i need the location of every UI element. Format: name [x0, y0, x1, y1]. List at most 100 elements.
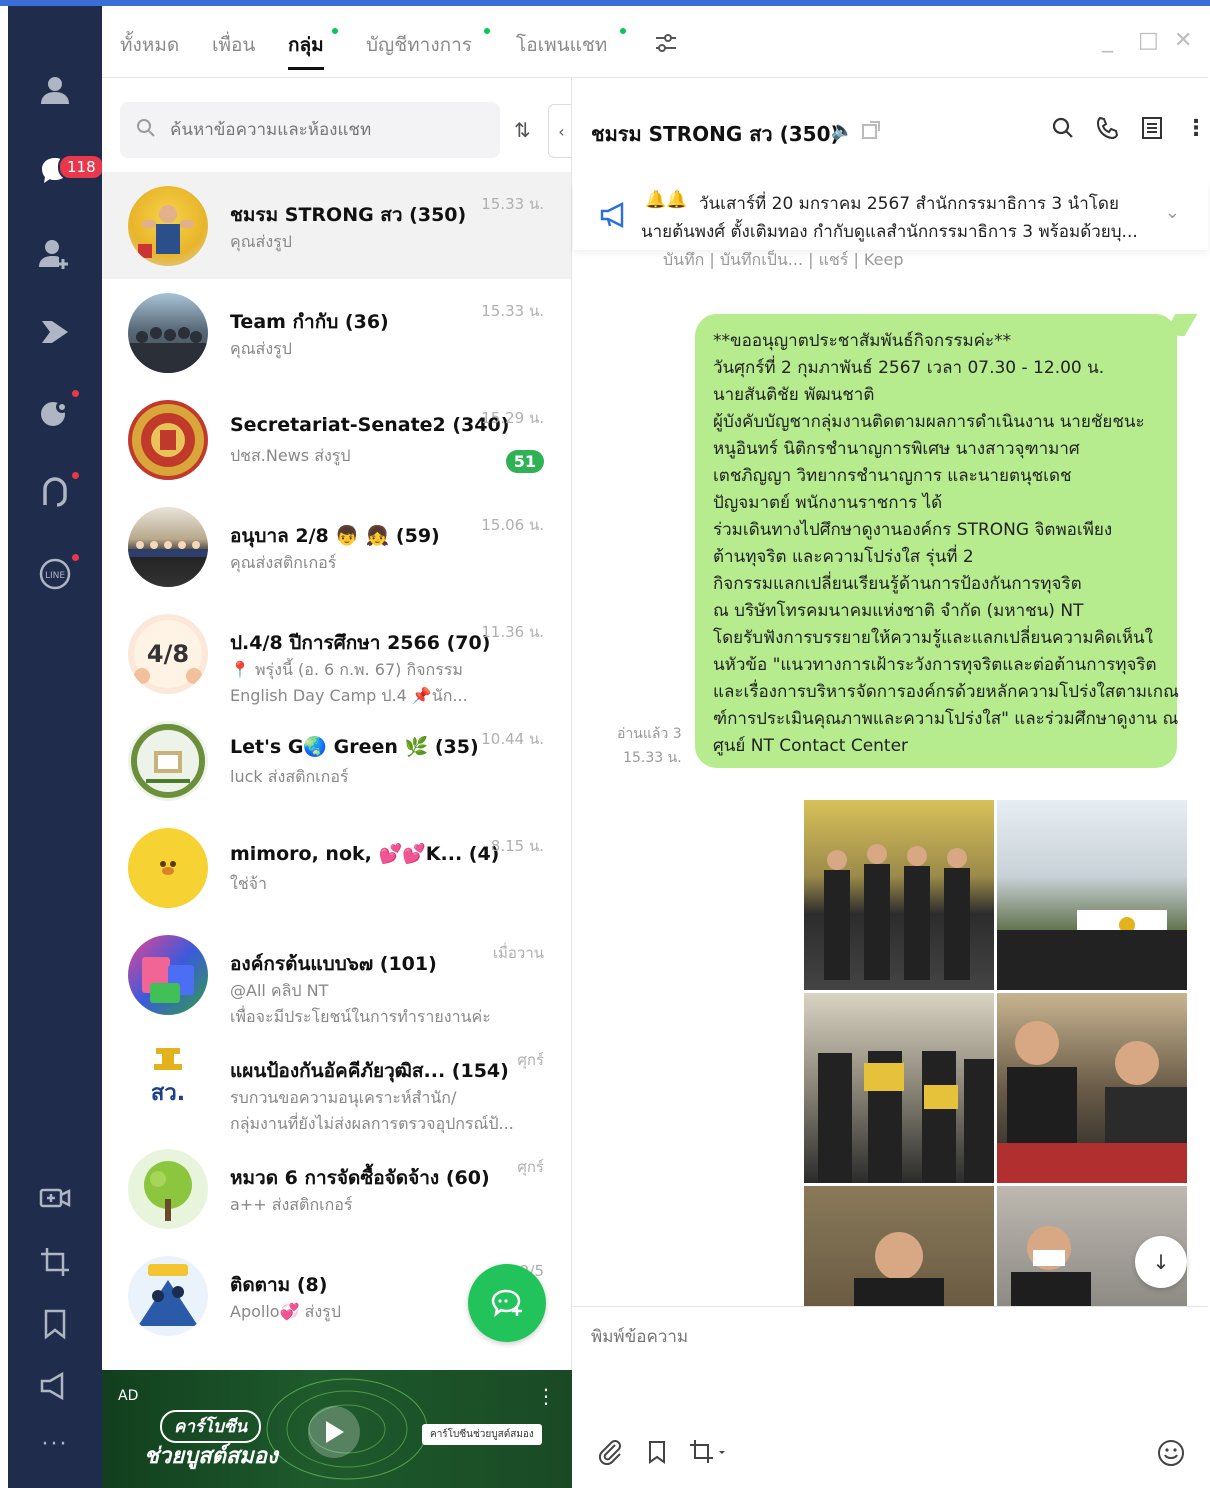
avatar	[128, 507, 208, 587]
message-line: **ขออนุญาตประชาสัมพันธ์กิจกรรมค่ะ**	[713, 331, 1012, 351]
avatar	[128, 828, 208, 908]
chat-row[interactable]: อนุบาล 2/8 👦 👧 (59) คุณส่งสติกเกอร์ 15.0…	[102, 493, 571, 600]
more-menu-icon[interactable]: ⋮	[1185, 116, 1207, 141]
tab-groups[interactable]: กลุ่ม	[288, 30, 324, 70]
collapse-list-button[interactable]: ‹	[548, 104, 571, 158]
chat-name: แผนป้องกันอัคคีภัยวุฒิส... (154)	[230, 1060, 509, 1082]
friends-nav[interactable]	[8, 68, 102, 112]
filter-settings-icon[interactable]	[654, 32, 678, 58]
chat-time: 15.06 น.	[481, 516, 544, 534]
keep-bookmark-icon[interactable]	[645, 1439, 669, 1469]
message-line: ฑ์การประเมินคุณภาพและความโปร่งใส" และร่ว…	[713, 709, 1179, 729]
ad-banner[interactable]: AD ⋮ คาร์โบซีน ช่วยบูสต์สมอง คาร์โบซีนช่…	[102, 1370, 572, 1488]
sort-icon[interactable]: ⇅	[514, 118, 531, 142]
chevron-left-icon: ‹	[558, 121, 565, 141]
top-tab-bar: ทั้งหมด เพื่อน กลุ่ม บัญชีทางการ โอเพนแช…	[102, 6, 1208, 78]
unread-count-badge: 51	[505, 450, 544, 473]
chat-time: 8.15 น.	[490, 837, 544, 855]
line-app-nav[interactable]	[8, 470, 102, 514]
arrow-down-icon: ↓	[1152, 1250, 1170, 1274]
add-friend-nav[interactable]	[8, 232, 102, 276]
chat-preview: a++ ส่งสติกเกอร์	[230, 1195, 353, 1214]
chat-name: Let's G🌏 Green 🌿 (35)	[230, 736, 479, 758]
chat-panel: ชมรม STRONG สว (350) 🔈 ⋮ 🔔🔔 วันเสาร์ที่ …	[573, 78, 1208, 1488]
chat-row[interactable]: mimoro, nok, 💕💕K... (4) ใช่จ้า 8.15 น.	[102, 814, 571, 921]
chat-preview: คุณส่งรูป	[230, 232, 292, 251]
close-button[interactable]: ✕	[1174, 28, 1192, 53]
announcement-bar[interactable]: 🔔🔔 วันเสาร์ที่ 20 มกราคม 2567 สำนักกรรมา…	[573, 182, 1208, 250]
chat-row[interactable]: สว. แผนป้องกันอัคคีภัยวุฒิส... (154) รบก…	[102, 1028, 571, 1135]
svg-text:4/8: 4/8	[147, 640, 189, 668]
line-window: 118 LINE ··· ทั้งหมด เพื่อน กลุ่ม บัญชีท…	[0, 0, 1210, 1488]
scroll-down-button[interactable]: ↓	[1135, 1236, 1187, 1288]
context-menu-peek: บันทึก | บันทึกเป็น... | แชร์ | Keep	[663, 250, 904, 269]
new-chat-button[interactable]	[468, 1264, 546, 1342]
external-window-icon[interactable]	[861, 120, 881, 144]
message-bubble[interactable]: **ขออนุญาตประชาสัมพันธ์กิจกรรมค่ะ** วันศ…	[695, 314, 1179, 768]
emoji-icon[interactable]	[1157, 1439, 1185, 1471]
message-line: กิจกรรมแลกเปลี่ยนเรียนรู้ด้านการป้องกันก…	[713, 574, 1082, 594]
tab-openchat[interactable]: โอเพนแชท	[516, 30, 607, 60]
svg-text:สว.: สว.	[151, 1081, 185, 1106]
video-call-nav[interactable]	[8, 1176, 102, 1220]
line-nav[interactable]: LINE	[8, 552, 102, 596]
chat-preview-line2: English Day Camp ป.4 📌นัก...	[230, 686, 468, 705]
attach-icon[interactable]	[597, 1439, 623, 1469]
ad-search-box: คาร์โบซีนช่วยบูสต์สมอง	[422, 1424, 542, 1445]
chat-time: เมื่อวาน	[492, 944, 544, 962]
photo-thumbnail[interactable]	[997, 800, 1187, 990]
chat-header: ชมรม STRONG สว (350) 🔈 ⋮	[573, 78, 1208, 182]
chat-row[interactable]: Let's G🌏 Green 🌿 (35) luck ส่งสติกเกอร์ …	[102, 707, 571, 814]
voom-nav[interactable]	[8, 310, 102, 354]
chat-name: Secretariat-Senate2 (340)	[230, 414, 510, 436]
chat-row[interactable]: องค์กรต้นแบบ๖๗ (101) @All คลิป NT เพื่อจ…	[102, 921, 571, 1028]
chat-name: ป.4/8 ปีการศึกษา 2566 (70)	[230, 632, 491, 654]
search-box[interactable]	[120, 102, 500, 158]
chat-row[interactable]: ชมรม STRONG สว (350) คุณส่งรูป 15.33 น.	[102, 172, 571, 279]
avatar: สว.	[128, 1042, 208, 1122]
chat-row[interactable]: หมวด 6 การจัดซื้อจัดจ้าง (60) a++ ส่งสติ…	[102, 1135, 571, 1242]
new-dot	[72, 472, 79, 479]
tab-friends[interactable]: เพื่อน	[212, 30, 255, 60]
photo-thumbnail[interactable]	[997, 993, 1187, 1183]
call-icon[interactable]	[1095, 116, 1119, 144]
play-icon	[326, 1421, 344, 1443]
maximize-button[interactable]: □	[1138, 28, 1159, 53]
minimize-button[interactable]: _	[1102, 28, 1113, 53]
chat-name: mimoro, nok, 💕💕K... (4)	[230, 843, 500, 865]
chat-row[interactable]: Secretariat-Senate2 (340) ปชส.News ส่งรู…	[102, 386, 571, 493]
play-button[interactable]	[308, 1406, 360, 1458]
message-line: ร่วมเดินทางไปศึกษาดูงานองค์กร STRONG จิต…	[713, 520, 1113, 540]
screenshot-nav[interactable]	[8, 1240, 102, 1284]
left-rail: 118 LINE ···	[8, 6, 105, 1488]
chat-row[interactable]: 4/8 ป.4/8 ปีการศึกษา 2566 (70) 📍 พรุ่งนี…	[102, 600, 571, 707]
photo-thumbnail[interactable]	[804, 993, 994, 1183]
chevron-down-icon[interactable]: ⌄	[1165, 202, 1180, 223]
openchat-nav[interactable]	[8, 390, 102, 434]
chat-time: 15.29 น.	[481, 409, 544, 427]
chat-time: 15.33 น.	[481, 302, 544, 320]
keep-nav[interactable]	[8, 1302, 102, 1346]
screenshot-crop-icon[interactable]	[689, 1439, 729, 1469]
tab-official-accounts[interactable]: บัญชีทางการ	[366, 30, 472, 60]
message-line: เตชภิญญา วิทยากรชำนาญการ และนายตนุชเดช	[713, 466, 1072, 486]
tab-all[interactable]: ทั้งหมด	[120, 30, 179, 60]
more-nav[interactable]: ···	[8, 1422, 102, 1466]
message-input[interactable]	[591, 1323, 1181, 1383]
chat-time: ศุกร์	[517, 1158, 544, 1176]
chat-row[interactable]: Team กำกับ (36) คุณส่งรูป 15.33 น.	[102, 279, 571, 386]
compose-area	[573, 1306, 1208, 1488]
message-line: ศูนย์ NT Contact Center	[713, 736, 909, 756]
ad-more-icon[interactable]: ⋮	[536, 1384, 556, 1408]
search-icon[interactable]	[1051, 116, 1075, 144]
chat-preview: luck ส่งสติกเกอร์	[230, 767, 349, 786]
photo-grid[interactable]	[804, 800, 1188, 1308]
photo-thumbnail[interactable]	[804, 800, 994, 990]
chat-name: อนุบาล 2/8 👦 👧 (59)	[230, 525, 440, 547]
notes-icon[interactable]	[1141, 116, 1163, 144]
search-input[interactable]	[170, 120, 490, 140]
chat-time: ศุกร์	[517, 1051, 544, 1069]
announce-nav[interactable]	[8, 1364, 102, 1408]
avatar	[128, 293, 208, 373]
photo-thumbnail[interactable]	[804, 1186, 994, 1308]
